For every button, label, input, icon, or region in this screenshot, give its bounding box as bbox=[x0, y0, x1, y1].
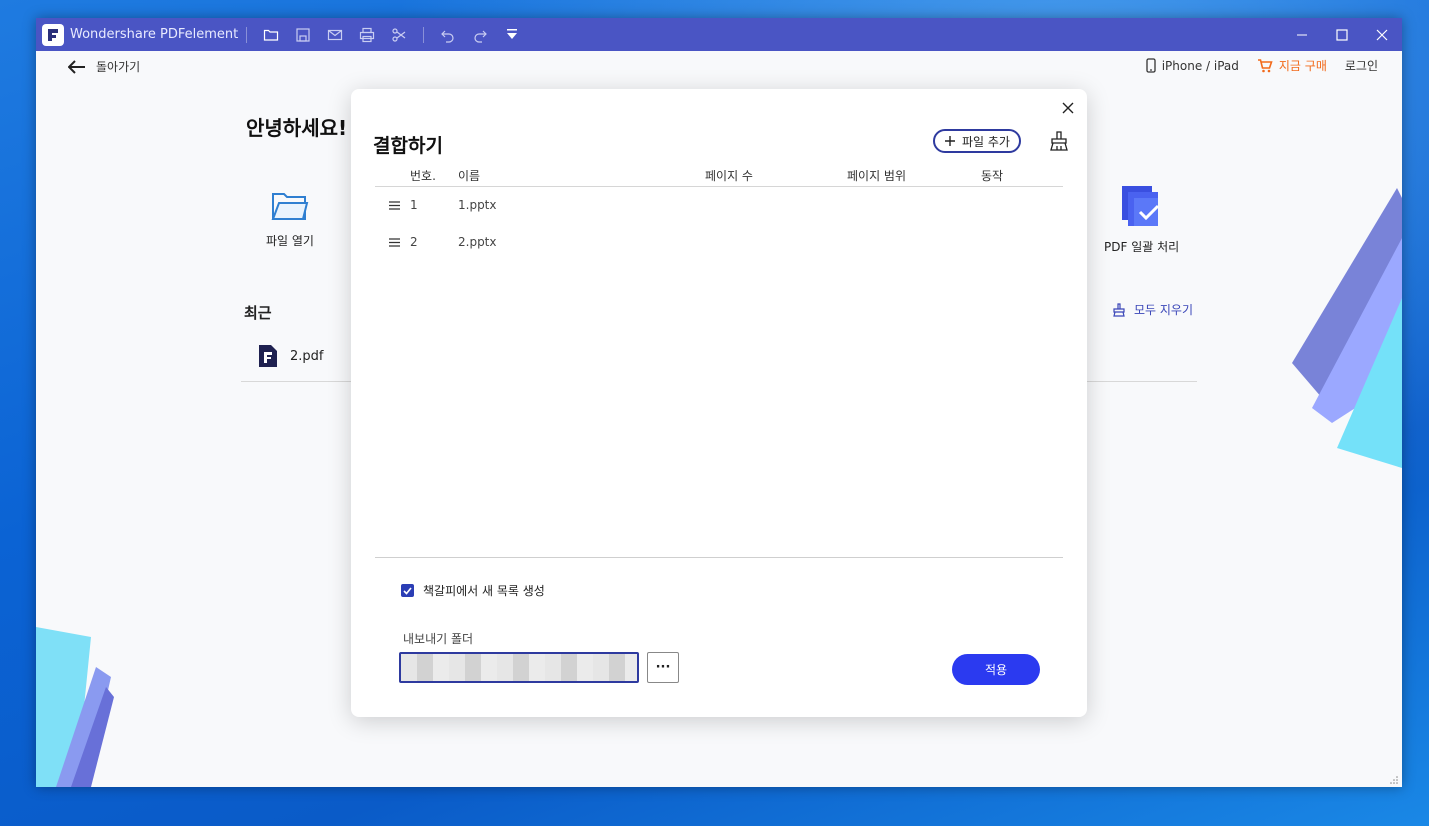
maximize-icon[interactable] bbox=[1322, 18, 1362, 51]
redo-icon[interactable] bbox=[464, 18, 496, 51]
column-action: 동작 bbox=[981, 169, 1004, 183]
table-header: 번호. 이름 페이지 수 페이지 범위 동작 bbox=[375, 165, 1063, 187]
row-file-name: 2.pptx bbox=[458, 235, 497, 249]
drag-handle-icon[interactable] bbox=[389, 238, 400, 247]
buy-now-link[interactable]: 지금 구매 bbox=[1257, 57, 1327, 74]
undo-icon[interactable] bbox=[432, 18, 464, 51]
column-name: 이름 bbox=[458, 169, 481, 183]
list-item[interactable]: 2.pdf bbox=[258, 344, 323, 368]
plus-icon bbox=[945, 136, 955, 146]
export-path-input[interactable] bbox=[399, 652, 639, 683]
phone-icon bbox=[1146, 58, 1156, 73]
batch-process-icon bbox=[1121, 186, 1159, 226]
scissors-icon[interactable] bbox=[383, 18, 415, 51]
login-link[interactable]: 로그인 bbox=[1345, 57, 1378, 74]
bookmark-option[interactable]: 책갈피에서 새 목록 생성 bbox=[401, 582, 545, 599]
recent-file-name: 2.pdf bbox=[290, 348, 324, 364]
save-icon[interactable] bbox=[287, 18, 319, 51]
open-folder-icon[interactable] bbox=[255, 18, 287, 51]
pdf-file-icon bbox=[259, 345, 277, 367]
dialog-close-icon[interactable] bbox=[1057, 97, 1079, 119]
drag-handle-icon[interactable] bbox=[389, 201, 400, 210]
row-number: 2 bbox=[410, 235, 418, 249]
app-window: Wondershare PDFelement 돌아가기 iPhone / iPa… bbox=[36, 18, 1402, 787]
batch-label: PDF 일괄 처리 bbox=[1104, 240, 1180, 254]
table-row[interactable]: 2 2.pptx bbox=[375, 232, 1063, 256]
browse-button[interactable]: ··· bbox=[647, 652, 679, 683]
mail-icon[interactable] bbox=[319, 18, 351, 51]
back-button[interactable]: 돌아가기 bbox=[68, 58, 140, 75]
column-page-range: 페이지 범위 bbox=[847, 169, 907, 183]
bookmark-checkbox-label: 책갈피에서 새 목록 생성 bbox=[423, 584, 545, 598]
open-file-tile[interactable]: 파일 열기 bbox=[266, 190, 314, 249]
title-bar: Wondershare PDFelement bbox=[36, 18, 1402, 51]
back-label: 돌아가기 bbox=[96, 60, 141, 74]
dialog-title: 결합하기 bbox=[373, 135, 443, 157]
batch-process-tile[interactable]: PDF 일괄 처리 bbox=[1104, 184, 1179, 255]
checkmark-icon bbox=[403, 586, 412, 595]
folder-icon bbox=[271, 193, 309, 220]
close-window-icon[interactable] bbox=[1362, 18, 1402, 51]
back-arrow-icon bbox=[68, 59, 85, 74]
export-folder-label: 내보내기 폴더 bbox=[403, 632, 474, 646]
cart-icon bbox=[1257, 58, 1273, 72]
clear-all-label: 모두 지우기 bbox=[1134, 303, 1194, 317]
app-logo-icon bbox=[42, 23, 64, 46]
buy-label: 지금 구매 bbox=[1278, 59, 1327, 73]
dropdown-arrow-icon[interactable] bbox=[496, 18, 528, 51]
print-icon[interactable] bbox=[351, 18, 383, 51]
recent-title: 최근 bbox=[244, 304, 272, 322]
open-file-label: 파일 열기 bbox=[266, 234, 314, 248]
app-title: Wondershare PDFelement bbox=[70, 27, 239, 42]
apply-button[interactable]: 적용 bbox=[952, 654, 1040, 685]
clear-list-icon[interactable] bbox=[1049, 131, 1069, 151]
clear-all-button[interactable]: 모두 지우기 bbox=[1112, 301, 1193, 318]
resize-grip[interactable] bbox=[1389, 774, 1399, 784]
top-bar: 돌아가기 iPhone / iPad 지금 구매 로그인 bbox=[36, 51, 1402, 85]
add-file-button[interactable]: 파일 추가 bbox=[933, 129, 1021, 153]
column-number: 번호. bbox=[410, 169, 436, 183]
minimize-icon[interactable] bbox=[1282, 18, 1322, 51]
row-number: 1 bbox=[410, 198, 418, 212]
combine-dialog: 결합하기 파일 추가 번호. 이름 페이지 수 페이지 범위 동작 1 1.pp… bbox=[351, 89, 1087, 717]
broom-icon bbox=[1113, 302, 1125, 317]
column-page-count: 페이지 수 bbox=[705, 169, 753, 183]
device-label: iPhone / iPad bbox=[1161, 58, 1239, 73]
device-link[interactable]: iPhone / iPad bbox=[1146, 58, 1239, 73]
decorative-shapes bbox=[1292, 188, 1402, 468]
add-file-label: 파일 추가 bbox=[962, 134, 1010, 149]
greeting-heading: 안녕하세요! bbox=[246, 116, 348, 140]
login-label: 로그인 bbox=[1344, 59, 1378, 73]
row-file-name: 1.pptx bbox=[458, 198, 497, 212]
bookmark-checkbox[interactable] bbox=[401, 584, 414, 597]
table-row[interactable]: 1 1.pptx bbox=[375, 195, 1063, 219]
decorative-shapes bbox=[36, 627, 114, 787]
